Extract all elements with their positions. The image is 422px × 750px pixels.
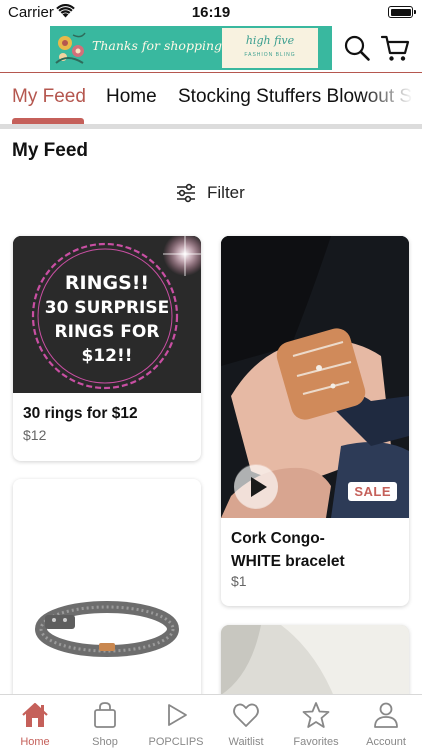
flower-decoration-icon — [55, 32, 86, 64]
promo-line-3: RINGS FOR — [54, 322, 160, 342]
nav-label: POPCLIPS — [148, 736, 204, 748]
banner-logo: high five — [245, 34, 295, 47]
filter-label: Filter — [207, 183, 245, 202]
nav-account[interactable]: Account — [351, 695, 421, 750]
header-divider — [0, 72, 422, 73]
promo-line-4: $12!! — [81, 346, 133, 366]
play-icon — [168, 704, 187, 726]
shopping-bag-icon — [94, 702, 116, 728]
sale-badge: SALE — [348, 482, 397, 501]
bottom-navigation: Home Shop POPCLIPS Waitlist Favorites Ac… — [0, 694, 422, 750]
heart-icon — [233, 703, 259, 727]
nav-label: Account — [366, 736, 406, 748]
product-image: RINGS!! 30 SURPRISE RINGS FOR $12!! — [13, 236, 201, 393]
banner-logo-subtitle: FASHION BLING — [244, 52, 296, 58]
nav-label: Home — [20, 736, 50, 748]
nav-favorites[interactable]: Favorites — [281, 695, 351, 750]
nav-popclips[interactable]: POPCLIPS — [141, 695, 211, 750]
clock: 16:19 — [191, 4, 231, 21]
page-title: My Feed — [12, 140, 89, 161]
product-image — [13, 479, 201, 709]
product-title-line-1: Cork Congo- — [231, 530, 325, 547]
tab-home[interactable]: Home — [106, 86, 157, 108]
product-card[interactable]: RINGS!! 30 SURPRISE RINGS FOR $12!! 30 r… — [13, 236, 201, 461]
promo-line-2: 30 SURPRISE — [44, 298, 170, 318]
battery-icon — [388, 6, 416, 18]
product-title: 30 rings for $12 — [23, 405, 138, 422]
product-card[interactable] — [13, 479, 201, 709]
star-icon — [302, 702, 330, 728]
nav-waitlist[interactable]: Waitlist — [211, 695, 281, 750]
nav-label: Favorites — [293, 736, 339, 748]
tabs-divider — [0, 124, 422, 129]
play-video-icon[interactable] — [233, 464, 279, 510]
banner-logo-card: high five FASHION BLING — [222, 28, 318, 68]
nav-label: Shop — [92, 736, 118, 748]
sliders-icon — [177, 183, 195, 203]
product-price: $12 — [23, 427, 47, 443]
cart-icon[interactable] — [380, 33, 410, 63]
product-title-line-2: WHITE bracelet — [231, 553, 345, 570]
status-bar: Carrier 16:19 — [0, 0, 422, 24]
promo-banner[interactable]: Thanks for shopping! high five FASHION B… — [50, 26, 332, 70]
nav-home[interactable]: Home — [0, 695, 70, 750]
banner-tagline: Thanks for shopping! — [92, 38, 228, 53]
person-icon — [374, 702, 398, 728]
product-price: $1 — [231, 573, 247, 589]
product-card[interactable]: SALE Cork Congo- WHITE bracelet $1 — [221, 236, 409, 606]
feed-tabs: My Feed Home Stocking Stuffers Blowout S… — [0, 74, 422, 124]
home-icon — [22, 702, 48, 727]
bracelet-photo — [35, 601, 179, 657]
tab-my-feed[interactable]: My Feed — [12, 86, 86, 108]
product-image: SALE — [221, 236, 409, 518]
tabs-fade — [362, 74, 422, 124]
nav-shop[interactable]: Shop — [70, 695, 140, 750]
promo-line-1: RINGS!! — [64, 272, 150, 294]
search-icon[interactable] — [343, 34, 371, 62]
nav-label: Waitlist — [228, 736, 264, 748]
